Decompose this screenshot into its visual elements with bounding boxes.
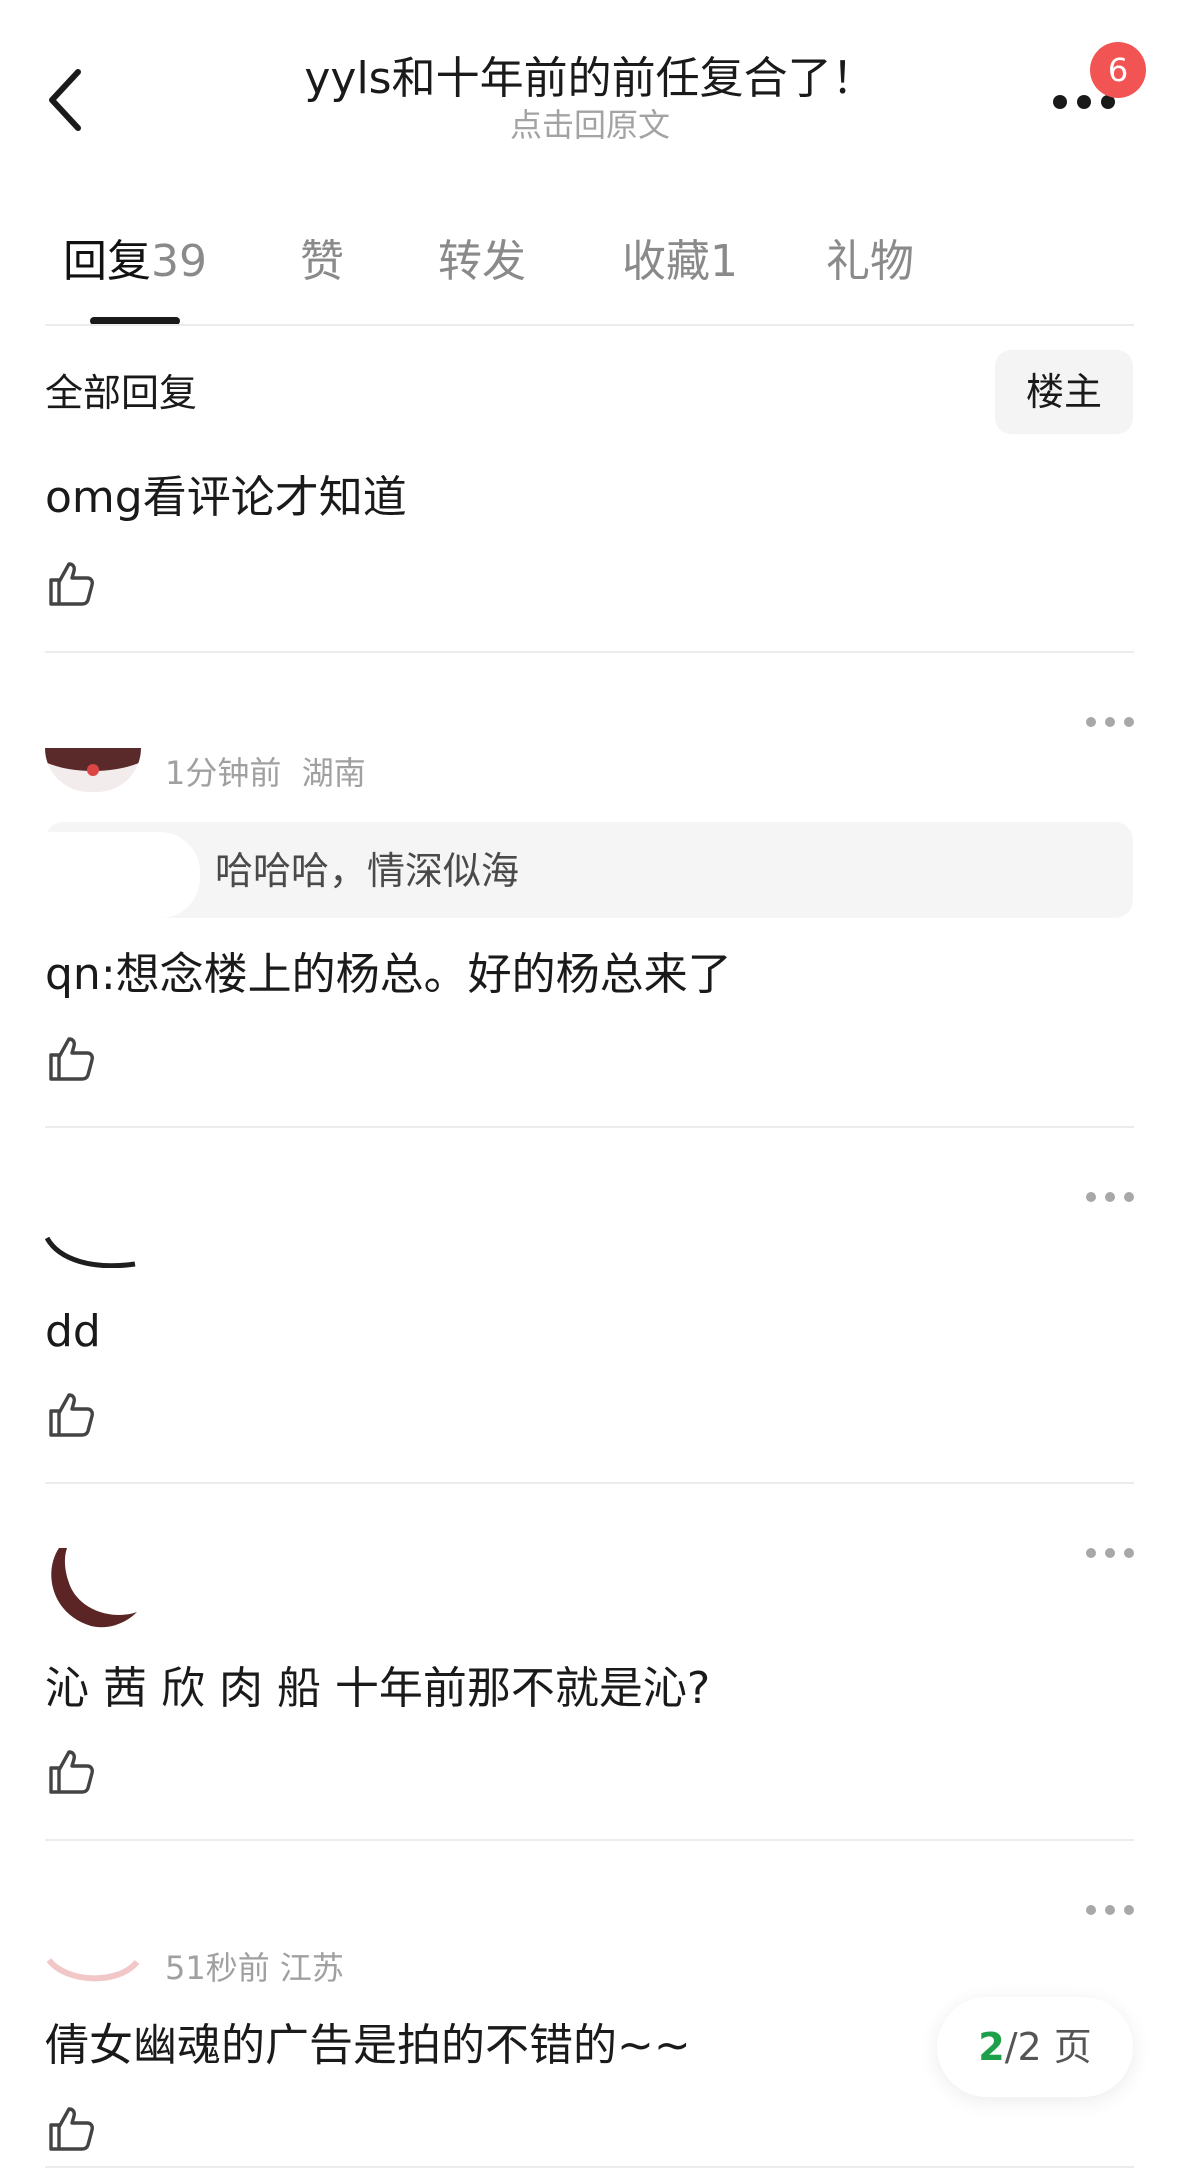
comment-text: qn:想念楼上的杨总。好的杨总来了 bbox=[45, 949, 732, 1000]
avatar-image bbox=[45, 1236, 136, 1268]
thumbs-up-icon bbox=[49, 1750, 94, 1794]
tab-gifts[interactable]: 礼物 bbox=[826, 232, 914, 292]
comment-location: 湖南 bbox=[301, 754, 366, 792]
tab-label: 收藏 bbox=[622, 236, 710, 287]
comment-text: dd bbox=[45, 1306, 101, 1357]
more-icon bbox=[1086, 717, 1134, 727]
tab-replies[interactable]: 回复39 bbox=[63, 232, 207, 292]
comment-text: 倩女幽魂的广告是拍的不错的~~ bbox=[45, 2020, 691, 2071]
tab-favorites[interactable]: 收藏1 bbox=[622, 232, 738, 292]
like-button[interactable] bbox=[45, 558, 97, 610]
comment-more-button[interactable] bbox=[1085, 712, 1135, 732]
total-pages: /2 页 bbox=[1004, 2025, 1092, 2069]
tab-label: 回复 bbox=[63, 236, 151, 287]
quoted-reply[interactable] bbox=[45, 822, 1133, 918]
comment-text: omg看评论才知道 bbox=[45, 472, 407, 523]
post-title[interactable]: yyls和十年前的前任复合了！ bbox=[250, 50, 930, 108]
comment-more-button[interactable] bbox=[1085, 1900, 1135, 1920]
comment-time: 1分钟前 bbox=[165, 754, 282, 792]
thumbs-up-icon bbox=[49, 562, 94, 606]
divider bbox=[45, 651, 1134, 653]
tab-likes[interactable]: 赞 bbox=[300, 232, 344, 292]
tab-reposts[interactable]: 转发 bbox=[438, 232, 526, 292]
avatar-image bbox=[45, 748, 141, 792]
back-button[interactable] bbox=[40, 60, 100, 140]
comment-meta: 1分钟前 湖南 bbox=[165, 753, 366, 793]
thumbs-up-icon bbox=[49, 2107, 94, 2151]
divider bbox=[45, 1839, 1134, 1841]
comment-text: 沁 茜 欣 肉 船 十年前那不就是沁? bbox=[45, 1663, 711, 1714]
tab-count: 39 bbox=[151, 236, 207, 287]
more-icon bbox=[1086, 1905, 1134, 1915]
back-to-original-link[interactable]: 点击回原文 bbox=[250, 105, 930, 145]
current-page: 2 bbox=[978, 2025, 1005, 2069]
avatar-image bbox=[51, 1548, 138, 1628]
more-icon bbox=[1086, 1548, 1134, 1558]
notification-badge: 6 bbox=[1090, 42, 1146, 98]
tab-label: 赞 bbox=[300, 236, 344, 287]
op-only-button[interactable]: 楼主 bbox=[995, 350, 1133, 434]
divider bbox=[45, 1126, 1134, 1128]
comment-time: 51秒前 bbox=[165, 1949, 270, 1987]
page-indicator-button[interactable]: 2/2 页 bbox=[937, 1997, 1133, 2097]
tab-label: 礼物 bbox=[826, 236, 914, 287]
divider bbox=[45, 2166, 1134, 2168]
comment-more-button[interactable] bbox=[1085, 1187, 1135, 1207]
avatar[interactable] bbox=[45, 1958, 141, 1986]
like-button[interactable] bbox=[45, 2103, 97, 2155]
thumbs-up-icon bbox=[49, 1393, 94, 1437]
divider bbox=[45, 1482, 1134, 1484]
comment-meta: 51秒前 江苏 bbox=[165, 1948, 344, 1988]
quoted-reply-text: 哈哈哈，情深似海 bbox=[215, 849, 520, 893]
avatar[interactable] bbox=[45, 1236, 141, 1268]
divider bbox=[45, 324, 1134, 326]
quoted-author-redacted bbox=[45, 832, 200, 918]
avatar-image bbox=[46, 1958, 140, 1982]
comment-location: 江苏 bbox=[279, 1949, 344, 1987]
all-replies-label: 全部回复 bbox=[45, 371, 198, 415]
avatar[interactable] bbox=[45, 748, 141, 792]
thumbs-up-icon bbox=[49, 1037, 94, 1081]
tab-count: 1 bbox=[710, 236, 738, 287]
more-icon bbox=[1086, 1192, 1134, 1202]
tab-label: 转发 bbox=[438, 236, 526, 287]
like-button[interactable] bbox=[45, 1033, 97, 1085]
avatar[interactable] bbox=[45, 1548, 141, 1630]
like-button[interactable] bbox=[45, 1746, 97, 1798]
comment-more-button[interactable] bbox=[1085, 1543, 1135, 1563]
chevron-left-icon bbox=[49, 69, 81, 131]
like-button[interactable] bbox=[45, 1389, 97, 1441]
